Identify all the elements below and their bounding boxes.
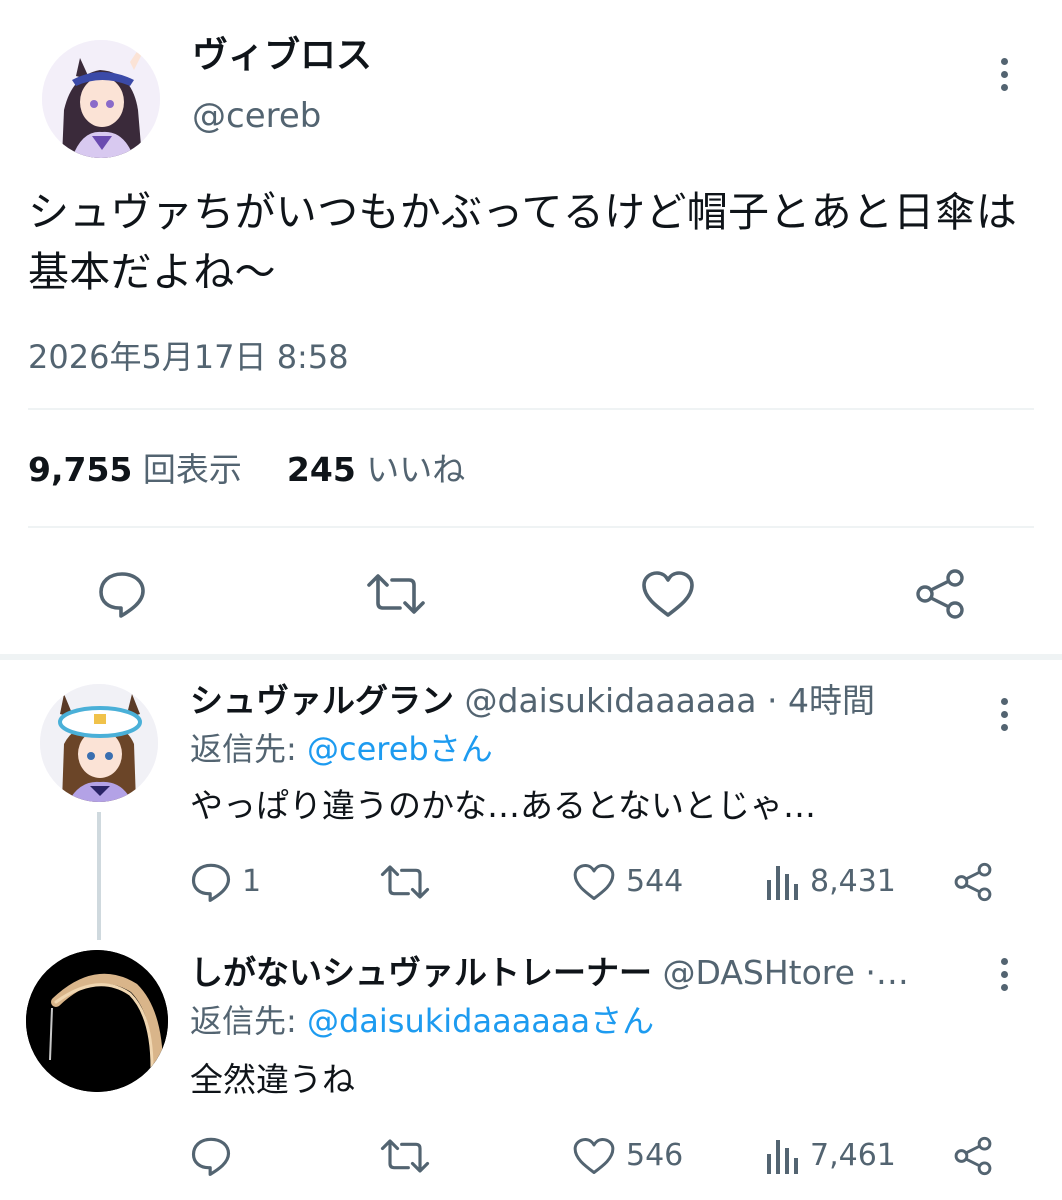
- retweet-arrows-icon: [380, 1139, 430, 1173]
- reply-reply-button[interactable]: 1: [190, 862, 261, 902]
- reply-avatar-image: [26, 950, 168, 1092]
- share-icon: [916, 569, 964, 619]
- speech-bubble-icon: [99, 572, 145, 618]
- retweet-button[interactable]: [364, 564, 428, 624]
- tweet-timestamp[interactable]: 2026年5月17日 8:58: [28, 337, 349, 377]
- view-count: 8,431: [810, 864, 896, 899]
- bar-chart-icon: [767, 1140, 798, 1174]
- reply-share-button[interactable]: [952, 1136, 994, 1176]
- speech-bubble-icon: [191, 863, 231, 902]
- like-count: 544: [626, 864, 684, 899]
- author-handle[interactable]: @cereb: [192, 94, 321, 138]
- reply-views-button[interactable]: 7,461: [764, 1136, 896, 1176]
- reply-retweet-button[interactable]: [380, 862, 430, 902]
- views-label: 回表示: [142, 450, 242, 489]
- reply-avatar[interactable]: [40, 684, 158, 802]
- reply-display-name[interactable]: シュヴァルグラン: [190, 681, 454, 720]
- reply-handle-time[interactable]: @DASHtore ·…: [663, 953, 909, 992]
- author-avatar[interactable]: [42, 40, 160, 158]
- view-count: 7,461: [810, 1138, 896, 1173]
- reply-to-line: 返信先: @cerebさん: [190, 728, 493, 770]
- reply-to-mention[interactable]: @cerebさん: [307, 730, 493, 768]
- section-divider: [0, 654, 1062, 660]
- retweet-arrows-icon: [367, 574, 425, 614]
- likes-count[interactable]: 245: [287, 450, 356, 489]
- reply-reply-button[interactable]: [190, 1136, 242, 1176]
- reply-to-line: 返信先: @daisukidaaaaaaさん: [190, 1000, 654, 1042]
- reply-more-options-icon[interactable]: [984, 944, 1024, 1004]
- reply-display-name[interactable]: しがないシュヴァルトレーナー: [190, 953, 652, 992]
- reply-avatar-image: [40, 684, 158, 802]
- reply-text: 全然違うね: [190, 1060, 355, 1099]
- like-count: 546: [626, 1138, 684, 1173]
- heart-icon: [573, 864, 615, 900]
- share-button[interactable]: [908, 564, 972, 624]
- tweet-stats: 9,755 回表示 245 いいね: [28, 450, 465, 490]
- divider: [28, 408, 1034, 410]
- reply-count: 1: [242, 864, 262, 899]
- reply-header: シュヴァルグラン @daisukidaaaaaa · 4時間: [190, 680, 960, 722]
- retweet-arrows-icon: [380, 865, 430, 899]
- bar-chart-icon: [767, 866, 798, 900]
- heart-icon: [642, 571, 694, 617]
- thread-connector-line: [97, 812, 101, 940]
- reply-more-options-icon[interactable]: [984, 684, 1024, 744]
- reply-like-button[interactable]: 546: [572, 1136, 683, 1176]
- reply-share-button[interactable]: [952, 862, 994, 902]
- divider: [28, 526, 1034, 528]
- author-avatar-image: [42, 40, 160, 158]
- reply-avatar[interactable]: [26, 950, 168, 1092]
- share-icon: [954, 1136, 992, 1176]
- share-icon: [954, 862, 992, 902]
- reply-text: やっぱり違うのかな…あるとないとじゃ…: [190, 786, 817, 825]
- more-options-icon[interactable]: [984, 44, 1024, 104]
- reply-views-button[interactable]: 8,431: [764, 862, 896, 902]
- reply-handle-time[interactable]: @daisukidaaaaaa · 4時間: [465, 681, 875, 720]
- author-display-name[interactable]: ヴィブロス: [192, 34, 372, 78]
- speech-bubble-icon: [191, 1137, 231, 1176]
- reply-to-label: 返信先:: [190, 730, 307, 768]
- reply-to-mention[interactable]: @daisukidaaaaaaさん: [307, 1002, 654, 1040]
- heart-icon: [573, 1138, 615, 1174]
- likes-label: いいね: [366, 450, 466, 489]
- reply-button[interactable]: [92, 564, 152, 624]
- reply-to-label: 返信先:: [190, 1002, 307, 1040]
- views-count[interactable]: 9,755: [28, 450, 132, 489]
- reply-header: しがないシュヴァルトレーナー @DASHtore ·…: [190, 952, 960, 994]
- reply-retweet-button[interactable]: [380, 1136, 430, 1176]
- like-button[interactable]: [636, 564, 700, 624]
- tweet-text: シュヴァちがいつもかぶってるけど帽子とあと日傘は基本だよね〜: [28, 188, 1018, 296]
- reply-like-button[interactable]: 544: [572, 862, 683, 902]
